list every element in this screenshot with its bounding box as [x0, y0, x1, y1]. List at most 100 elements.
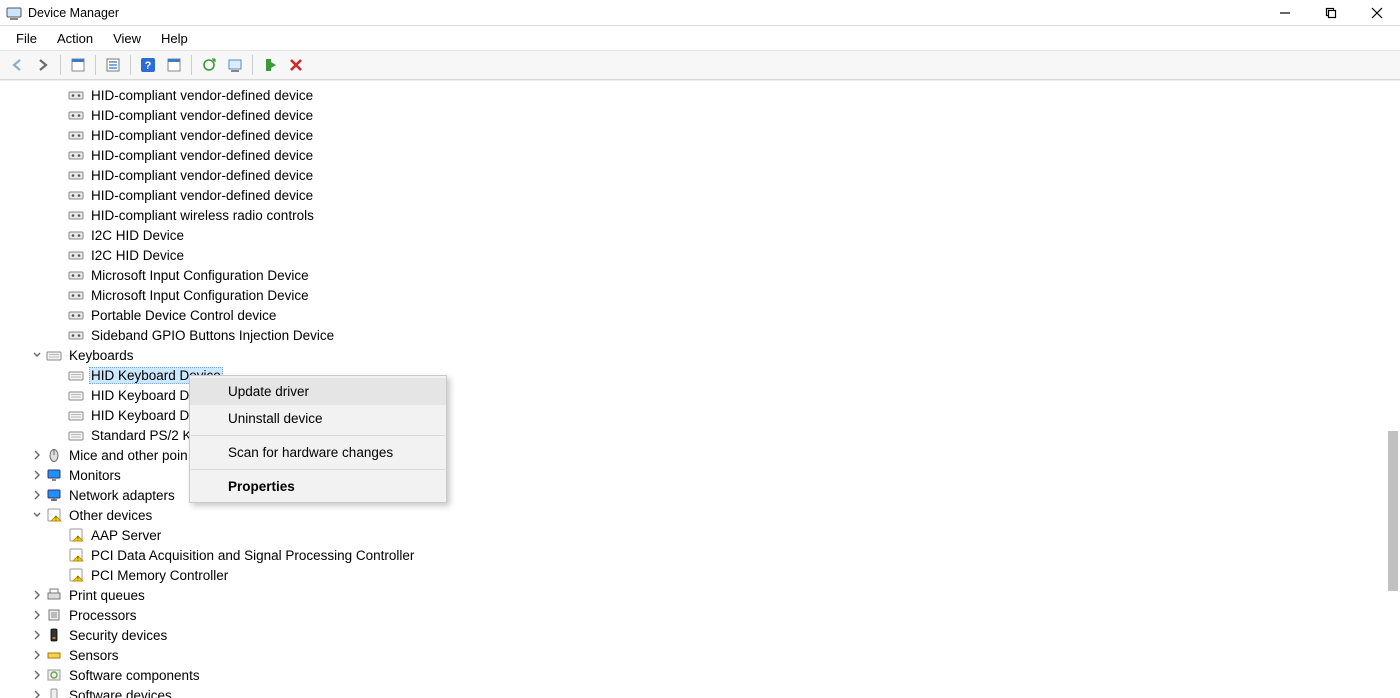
- app-icon: [6, 5, 22, 21]
- properties-toolbar-button[interactable]: [102, 54, 124, 76]
- chevron-right-icon[interactable]: [30, 648, 44, 662]
- tree-item[interactable]: HID-compliant vendor-defined device: [0, 85, 1400, 105]
- network-adapter-icon: [46, 487, 62, 503]
- printer-icon: [46, 587, 62, 603]
- tree-item[interactable]: Portable Device Control device: [0, 305, 1400, 325]
- tree-item-label: Other devices: [67, 507, 154, 524]
- tree-item-label: I2C HID Device: [89, 247, 186, 264]
- tree-category-security-devices[interactable]: Security devices: [0, 625, 1400, 645]
- chevron-right-icon[interactable]: [30, 628, 44, 642]
- context-menu-properties[interactable]: Properties: [190, 473, 446, 500]
- tree-item[interactable]: HID-compliant vendor-defined device: [0, 165, 1400, 185]
- chevron-right-icon[interactable]: [30, 448, 44, 462]
- tree-category-print-queues[interactable]: Print queues: [0, 585, 1400, 605]
- keyboard-category-icon: [46, 347, 62, 363]
- tree-item[interactable]: HID-compliant vendor-defined device: [0, 145, 1400, 165]
- chevron-right-icon[interactable]: [30, 588, 44, 602]
- uninstall-device-button[interactable]: [285, 54, 307, 76]
- tree-item[interactable]: Microsoft Input Configuration Device: [0, 285, 1400, 305]
- monitor-icon: [46, 467, 62, 483]
- tree-category-software-devices[interactable]: Software devices: [0, 685, 1400, 698]
- tree-item[interactable]: HID-compliant vendor-defined device: [0, 105, 1400, 125]
- toolbar-separator: [60, 55, 61, 75]
- tree-item-label: AAP Server: [89, 527, 163, 544]
- chevron-right-icon[interactable]: [30, 468, 44, 482]
- tree-category-processors[interactable]: Processors: [0, 605, 1400, 625]
- minimize-button[interactable]: [1262, 0, 1308, 25]
- tree-item[interactable]: PCI Memory Controller: [0, 565, 1400, 585]
- tree-category-software-components[interactable]: Software components: [0, 665, 1400, 685]
- toolbar-separator: [95, 55, 96, 75]
- forward-button[interactable]: [32, 54, 54, 76]
- hid-device-icon: [68, 227, 84, 243]
- menubar: File Action View Help: [0, 26, 1400, 51]
- tree-item-label: Sideband GPIO Buttons Injection Device: [89, 327, 336, 344]
- hid-device-icon: [68, 307, 84, 323]
- mouse-icon: [46, 447, 62, 463]
- tree-item-label: Standard PS/2 Ke: [89, 427, 201, 444]
- menu-view[interactable]: View: [103, 28, 151, 49]
- context-menu-uninstall-device[interactable]: Uninstall device: [190, 405, 446, 432]
- unknown-device-icon: [68, 567, 84, 583]
- tree-item[interactable]: HID-compliant wireless radio controls: [0, 205, 1400, 225]
- scrollbar-thumb[interactable]: [1388, 431, 1398, 591]
- context-menu: Update driver Uninstall device Scan for …: [189, 375, 447, 503]
- tree-item[interactable]: AAP Server: [0, 525, 1400, 545]
- show-hide-console-tree-button[interactable]: [67, 54, 89, 76]
- chevron-right-icon[interactable]: [30, 488, 44, 502]
- tree-item-label: Security devices: [67, 627, 169, 644]
- maximize-button[interactable]: [1308, 0, 1354, 25]
- tree-item-label: Sensors: [67, 647, 121, 664]
- tree-item[interactable]: Sideband GPIO Buttons Injection Device: [0, 325, 1400, 345]
- hid-device-icon: [68, 147, 84, 163]
- hid-device-icon: [68, 207, 84, 223]
- context-menu-separator: [191, 469, 445, 470]
- tree-item-label: PCI Data Acquisition and Signal Processi…: [89, 547, 416, 564]
- chevron-right-icon[interactable]: [30, 688, 44, 698]
- update-driver-toolbar-button[interactable]: [224, 54, 246, 76]
- hid-device-icon: [68, 287, 84, 303]
- enable-device-button[interactable]: [259, 54, 281, 76]
- tree-category-other-devices[interactable]: Other devices: [0, 505, 1400, 525]
- tree-item-label: Network adapters: [67, 487, 177, 504]
- tree-item[interactable]: Microsoft Input Configuration Device: [0, 265, 1400, 285]
- device-tree-area: HID-compliant vendor-defined device HID-…: [0, 80, 1400, 698]
- tree-item-label: I2C HID Device: [89, 227, 186, 244]
- tree-item[interactable]: I2C HID Device: [0, 245, 1400, 265]
- tree-item-label: HID-compliant vendor-defined device: [89, 147, 315, 164]
- tree-item-label: Portable Device Control device: [89, 307, 278, 324]
- window-title: Device Manager: [28, 6, 119, 20]
- context-menu-separator: [191, 435, 445, 436]
- hid-device-icon: [68, 267, 84, 283]
- chevron-down-icon[interactable]: [30, 348, 44, 362]
- security-device-icon: [46, 627, 62, 643]
- tree-item[interactable]: PCI Data Acquisition and Signal Processi…: [0, 545, 1400, 565]
- menu-action[interactable]: Action: [47, 28, 103, 49]
- tree-item[interactable]: I2C HID Device: [0, 225, 1400, 245]
- tree-item-label: PCI Memory Controller: [89, 567, 230, 584]
- help-toolbar-button[interactable]: [137, 54, 159, 76]
- chevron-right-icon[interactable]: [30, 608, 44, 622]
- tree-item-label: Mice and other poin: [67, 447, 190, 464]
- tree-item-label: Keyboards: [67, 347, 136, 364]
- tree-category-keyboards[interactable]: Keyboards: [0, 345, 1400, 365]
- menu-file[interactable]: File: [6, 28, 47, 49]
- toolbar-separator: [191, 55, 192, 75]
- titlebar: Device Manager: [0, 0, 1400, 26]
- hid-device-icon: [68, 87, 84, 103]
- tree-item-label: Microsoft Input Configuration Device: [89, 267, 311, 284]
- context-menu-scan-hardware[interactable]: Scan for hardware changes: [190, 439, 446, 466]
- back-button[interactable]: [6, 54, 28, 76]
- close-button[interactable]: [1354, 0, 1400, 25]
- tree-category-sensors[interactable]: Sensors: [0, 645, 1400, 665]
- tree-item[interactable]: HID-compliant vendor-defined device: [0, 185, 1400, 205]
- menu-help[interactable]: Help: [151, 28, 198, 49]
- chevron-down-icon[interactable]: [30, 508, 44, 522]
- tree-item[interactable]: HID-compliant vendor-defined device: [0, 125, 1400, 145]
- scan-hardware-button[interactable]: [198, 54, 220, 76]
- chevron-right-icon[interactable]: [30, 668, 44, 682]
- toolbar-separator: [252, 55, 253, 75]
- action-toolbar-button[interactable]: [163, 54, 185, 76]
- tree-item-label: Microsoft Input Configuration Device: [89, 287, 311, 304]
- context-menu-update-driver[interactable]: Update driver: [190, 378, 446, 405]
